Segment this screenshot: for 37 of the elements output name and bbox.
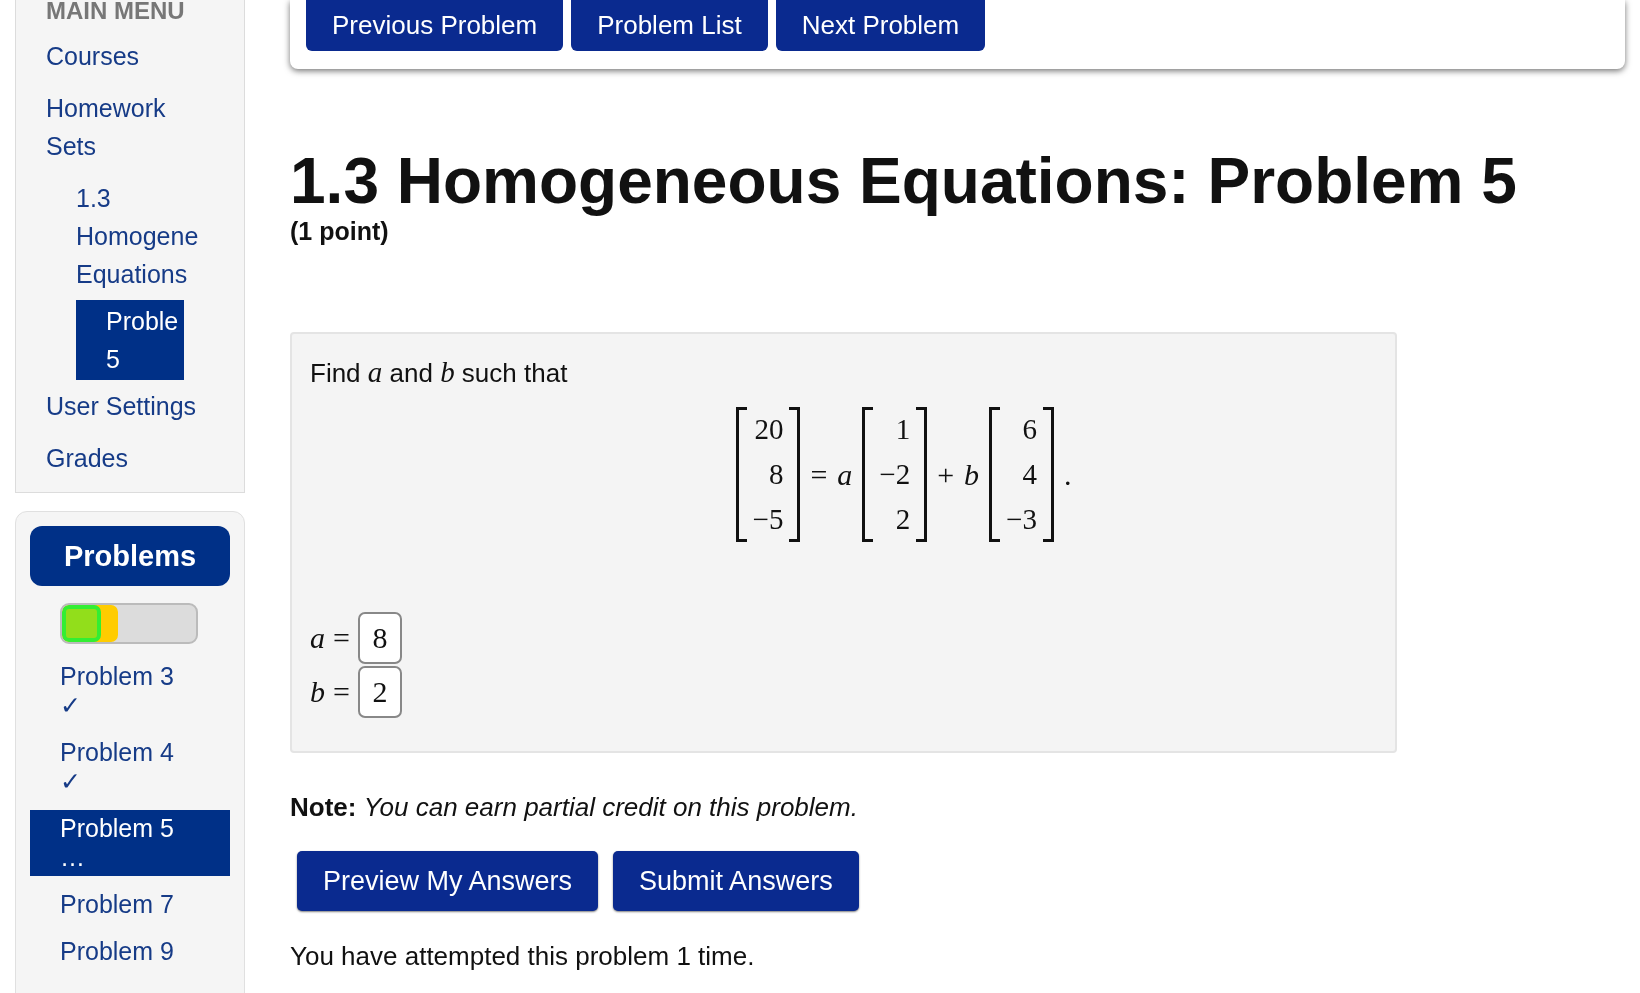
matrix: 1 −2 2 (862, 407, 928, 542)
sidebar-link[interactable]: Proble 5 (76, 300, 184, 380)
problem-prompt: Find a and b such that (310, 356, 569, 389)
action-button[interactable]: Submit Answers (613, 851, 859, 911)
action-button[interactable]: Preview My Answers (297, 851, 599, 911)
matrix: 20 8 −5 (735, 407, 801, 542)
math-operator: = (333, 675, 350, 709)
page-title: 1.3 Homogeneous Equations: Problem 5 (290, 145, 1517, 217)
problem-link[interactable]: Problem 7 (30, 886, 230, 923)
note-text: Note: You can earn partial credit on this problem. (290, 791, 858, 823)
attempts-text: You have attempted this problem 1 time. (290, 941, 755, 972)
sidebar-link[interactable]: User Settings (16, 380, 244, 432)
problem-link[interactable]: Problem 9 (30, 933, 230, 970)
sidebar-link[interactable]: Courses (16, 30, 244, 82)
sidebar-link[interactable]: Grades (16, 432, 244, 484)
answer-field[interactable]: 2 (357, 666, 402, 718)
nav-button[interactable]: Problem List (571, 0, 768, 51)
problem-link[interactable]: Problem 5 … (30, 810, 230, 876)
points-label: (1 point) (290, 217, 389, 246)
nav-button[interactable]: Next Problem (775, 0, 986, 51)
menu-heading: MAIN MENU (45, 0, 186, 20)
answer-label: b (310, 675, 325, 709)
math-variable: b (964, 457, 980, 492)
math-period: . (1063, 457, 1072, 492)
nav-button[interactable]: Previous Problem (306, 0, 564, 51)
math-operator: = (333, 621, 350, 655)
answer-field[interactable]: 8 (357, 612, 402, 664)
sidebar-link[interactable]: Homework Sets (16, 82, 244, 172)
problem-link[interactable]: Problem 4 ✓ (30, 734, 230, 800)
problem-link[interactable]: Problem 3 ✓ (30, 658, 230, 724)
problems-button[interactable]: Problems (30, 526, 230, 586)
math-variable: a (837, 457, 853, 492)
sidebar-link[interactable]: 1.3 Homogene Equations (16, 172, 244, 300)
answer-label: a (310, 621, 325, 655)
math-operator: = (810, 457, 828, 492)
math-operator: + (937, 457, 955, 492)
matrix: 6 4 −3 (989, 407, 1054, 542)
